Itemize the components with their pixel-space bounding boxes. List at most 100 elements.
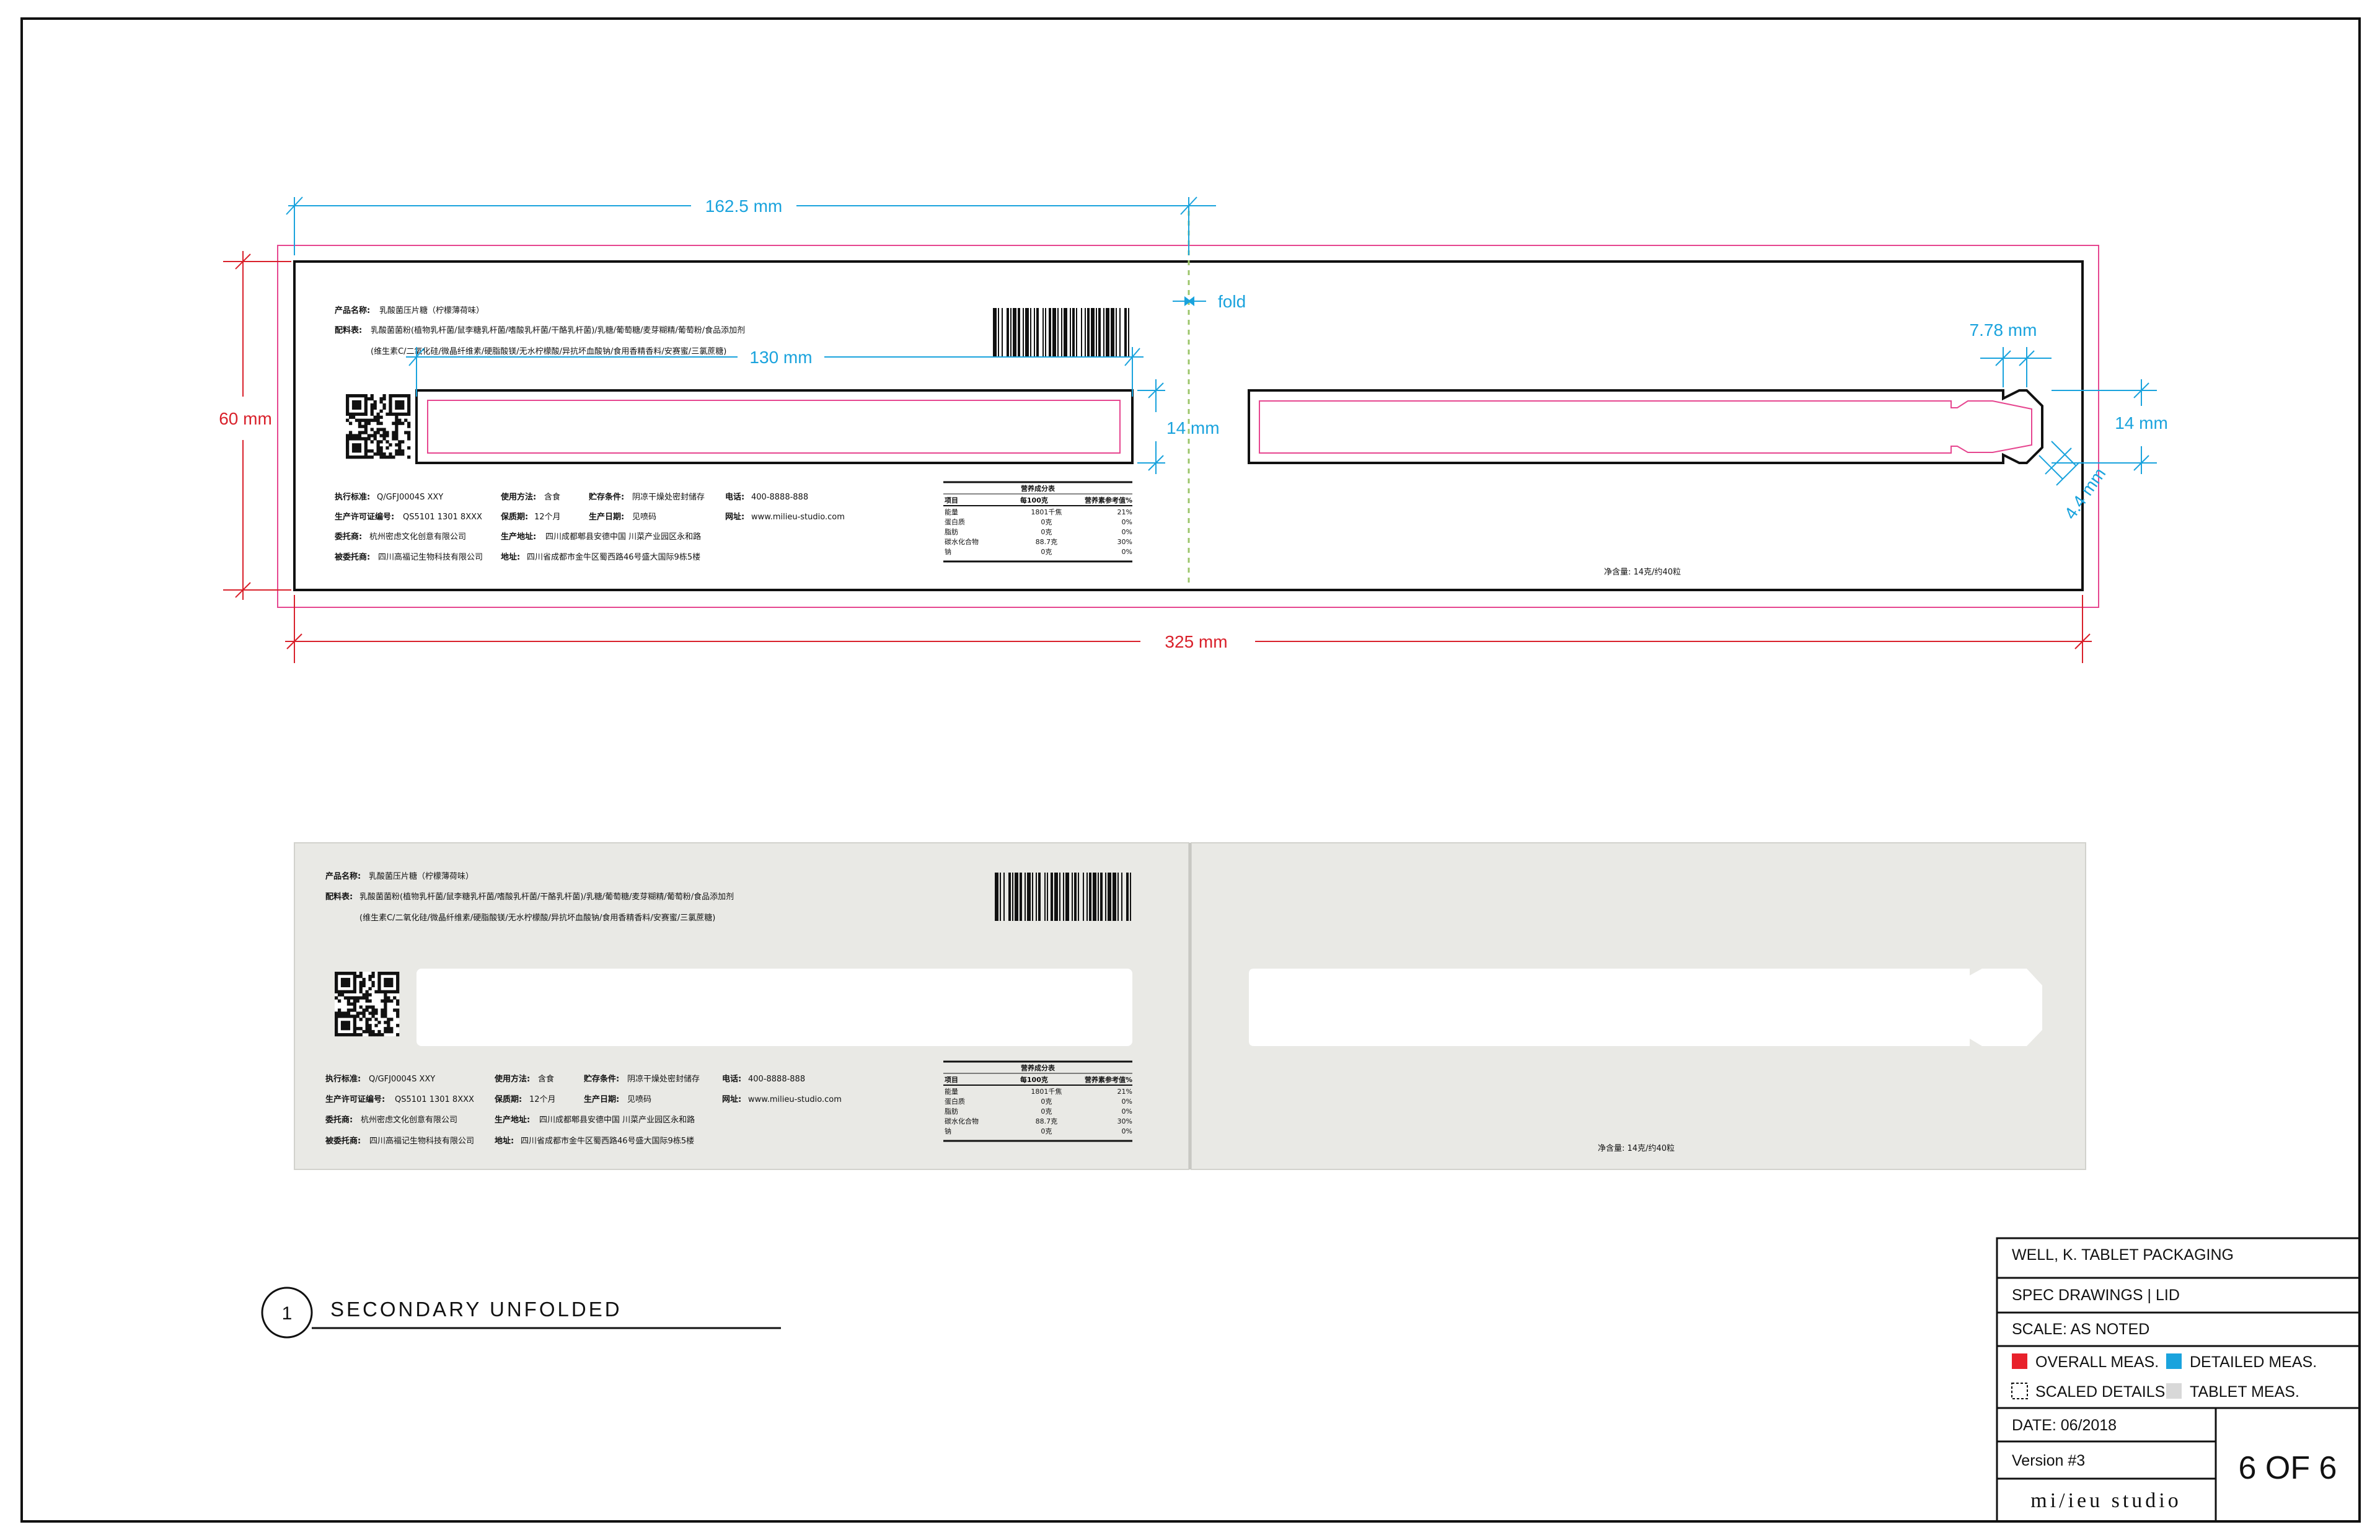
qr-module [379,434,383,438]
qr-module [379,446,383,450]
qr-module [377,1021,381,1024]
barcode-bar [1044,873,1046,921]
barcode-bar [1096,308,1097,358]
maker-value: 四川高福记生物科技有限公司 [378,552,483,562]
barcode-bar [1064,308,1067,358]
date-value: 见喷码 [632,513,656,522]
qr-module [353,1005,356,1009]
qr-module [356,1027,359,1031]
qr-module [335,977,338,982]
qr-module [353,980,356,985]
nutrition-cell: 0克 [1041,1127,1052,1135]
r-use-value: 含食 [538,1074,554,1084]
qr-module [353,1002,356,1006]
qr-module [362,1030,366,1034]
barcode-bar [993,308,997,358]
r-tel-value: 400-8888-888 [748,1075,805,1084]
qr-module [335,1011,338,1015]
qr-module [392,437,395,441]
qr-module [340,1014,345,1018]
qr-module [371,1014,375,1018]
qr-module [358,418,362,422]
qr-module [374,1011,378,1015]
qr-module [384,1008,387,1012]
barcode-bar [1002,308,1003,358]
qr-module [355,406,359,410]
qr-module [401,412,405,416]
qr-module [387,1027,390,1031]
qr-module [358,449,362,453]
r-use-key: 使用方法: [494,1074,530,1084]
qr-module [361,394,365,398]
qr-module [373,406,377,410]
qr-module [382,437,386,441]
qr-module [361,412,365,416]
barcode-bar [1054,873,1058,921]
qr-module [387,977,390,982]
barcode-bar [1020,873,1022,921]
barcode-bar [1051,873,1053,921]
qr-module [373,434,377,438]
qr-module [407,412,411,416]
qr-module [359,987,363,991]
qr-module [389,452,392,456]
qr-module [395,415,399,419]
qr-module [396,1014,400,1018]
barcode-bar [1032,873,1033,921]
qr-module [392,455,395,459]
barcode-bar [1111,308,1114,358]
qr-module [390,1030,394,1034]
qr-module [386,412,389,416]
qr-module [370,449,374,453]
qr-module [398,443,402,447]
qr-module [346,449,350,453]
r-product-name-key: 产品名称: [325,871,361,881]
qr-module [346,990,351,993]
qr-module [350,1002,354,1006]
qr-module [379,440,383,444]
qr-module [365,1024,369,1027]
qr-module [395,434,399,438]
render-window-right [1249,969,2042,1046]
qr-module [356,996,359,1000]
qr-module [395,449,399,453]
qr-module [395,403,399,407]
nutrition-cell: 88.7克 [1036,538,1058,546]
qr-module [351,455,356,459]
tb-project: WELL, K. TABLET PACKAGING [2012,1246,2234,1264]
qr-module [376,443,380,447]
qr-module [379,409,383,413]
qr-module [355,412,359,416]
qr-module [358,431,362,434]
qr-module [335,980,338,985]
barcode-bar [1034,308,1035,358]
qr-module [364,394,368,398]
qr-module [389,397,392,401]
nutrition-cell: 21% [1117,1088,1132,1096]
qr-module [390,1018,394,1021]
addr-key: 地址: [501,552,520,562]
qr-module [355,449,359,453]
nutrition-cell: 脂肪 [945,1107,958,1115]
qr-module [407,446,411,450]
qr-module [374,990,378,993]
barcode-bar [1000,873,1001,921]
qr-module [371,1033,375,1037]
qr-module [359,972,363,975]
qr-module [377,980,381,985]
qr-module [367,455,371,459]
qr-module [377,972,381,975]
qr-module [364,443,368,447]
qr-module [365,1021,369,1024]
qr-module [384,1005,387,1009]
r-client-value: 杭州密虑文化创意有限公司 [361,1115,457,1125]
barcode-bar [1098,308,1101,358]
qr-module [370,418,374,422]
qr-module [335,996,338,1000]
web-value: www.milieu-studio.com [751,513,845,522]
qr-module [364,425,368,428]
qr-module [355,446,359,450]
qr-module [348,394,353,398]
qr-module [368,1027,372,1031]
qr-module [359,1018,363,1021]
